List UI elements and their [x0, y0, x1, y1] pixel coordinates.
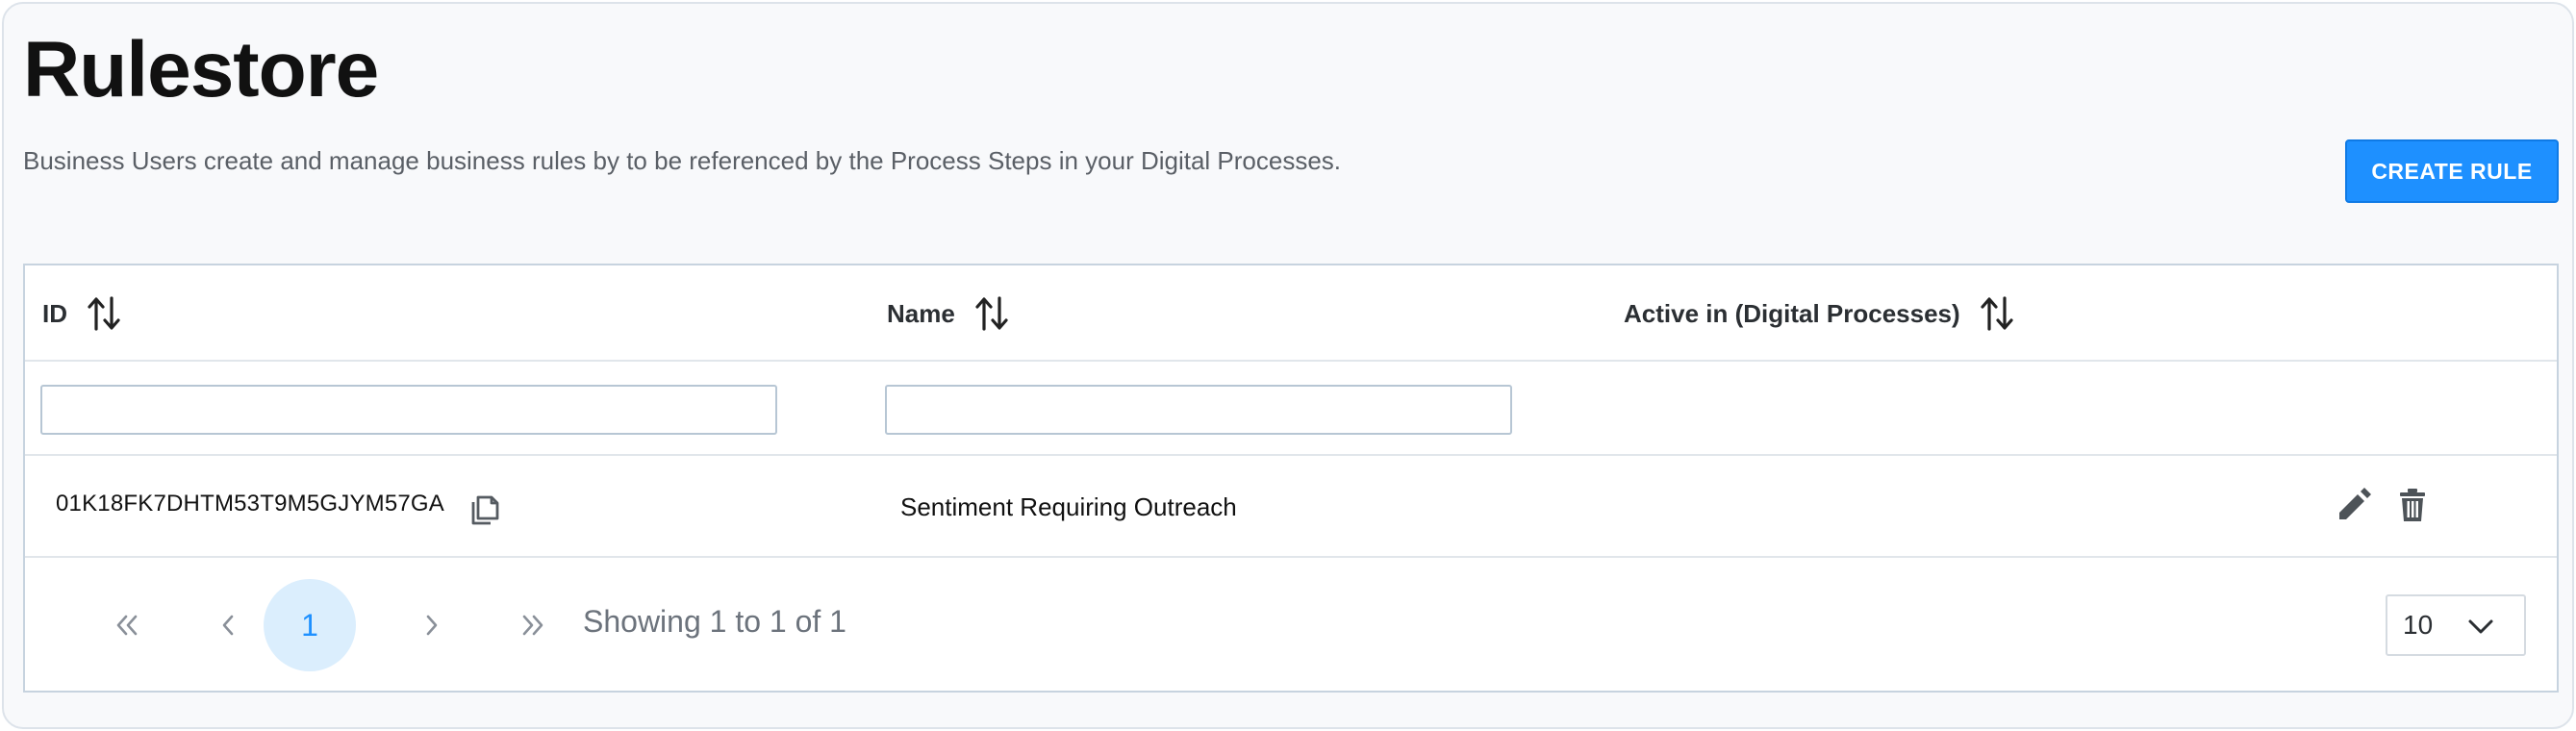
column-header-label: Name: [887, 298, 955, 328]
sort-icon[interactable]: [974, 294, 1009, 333]
rule-id: 01K18FK7DHTM53T9M5GJYM57GA: [56, 491, 445, 517]
per-page-value: 10: [2403, 610, 2434, 640]
column-header-label: Active in (Digital Processes): [1624, 298, 1960, 328]
chevron-left-icon: [222, 615, 234, 636]
id-filter-input[interactable]: [40, 385, 777, 435]
next-page-button[interactable]: [385, 579, 477, 671]
pagination: 1 Showing 1 to 1 of 1 10: [25, 558, 2557, 691]
copy-icon[interactable]: [466, 489, 504, 527]
first-page-button[interactable]: [81, 579, 173, 671]
edit-icon[interactable]: [2334, 487, 2372, 525]
column-header-active-in[interactable]: Active in (Digital Processes): [1624, 292, 2014, 335]
chevron-down-icon: [2468, 619, 2493, 634]
page-title: Rulestore: [23, 26, 379, 113]
name-filter-input[interactable]: [885, 385, 1512, 435]
table-row: 01K18FK7DHTM53T9M5GJYM57GA Sentiment Req…: [25, 456, 2557, 558]
page-subtitle: Business Users create and manage busines…: [23, 146, 1342, 175]
column-header-label: ID: [42, 298, 67, 328]
previous-page-button[interactable]: [183, 579, 275, 671]
trash-icon[interactable]: [2393, 487, 2432, 525]
table-header: ID Name Active in (Digital Processes): [25, 265, 2557, 362]
rule-name: Sentiment Requiring Outreach: [900, 492, 1237, 521]
filter-row: [25, 362, 2557, 456]
sort-icon[interactable]: [1980, 294, 2014, 333]
chevron-right-icon: [426, 615, 438, 636]
rules-table: ID Name Active in (Digital Processes) 01…: [23, 264, 2559, 693]
column-header-id[interactable]: ID: [42, 292, 121, 335]
double-chevron-left-icon: [116, 615, 138, 636]
last-page-button[interactable]: [487, 579, 579, 671]
rulestore-panel: Rulestore Business Users create and mana…: [2, 2, 2574, 729]
column-header-name[interactable]: Name: [887, 292, 1009, 335]
page-1-button[interactable]: 1: [264, 579, 356, 671]
create-rule-button[interactable]: CREATE RULE: [2345, 139, 2559, 203]
per-page-select[interactable]: 10: [2386, 594, 2526, 656]
sort-icon[interactable]: [87, 294, 121, 333]
double-chevron-right-icon: [522, 615, 543, 636]
showing-count: Showing 1 to 1 of 1: [583, 604, 846, 639]
